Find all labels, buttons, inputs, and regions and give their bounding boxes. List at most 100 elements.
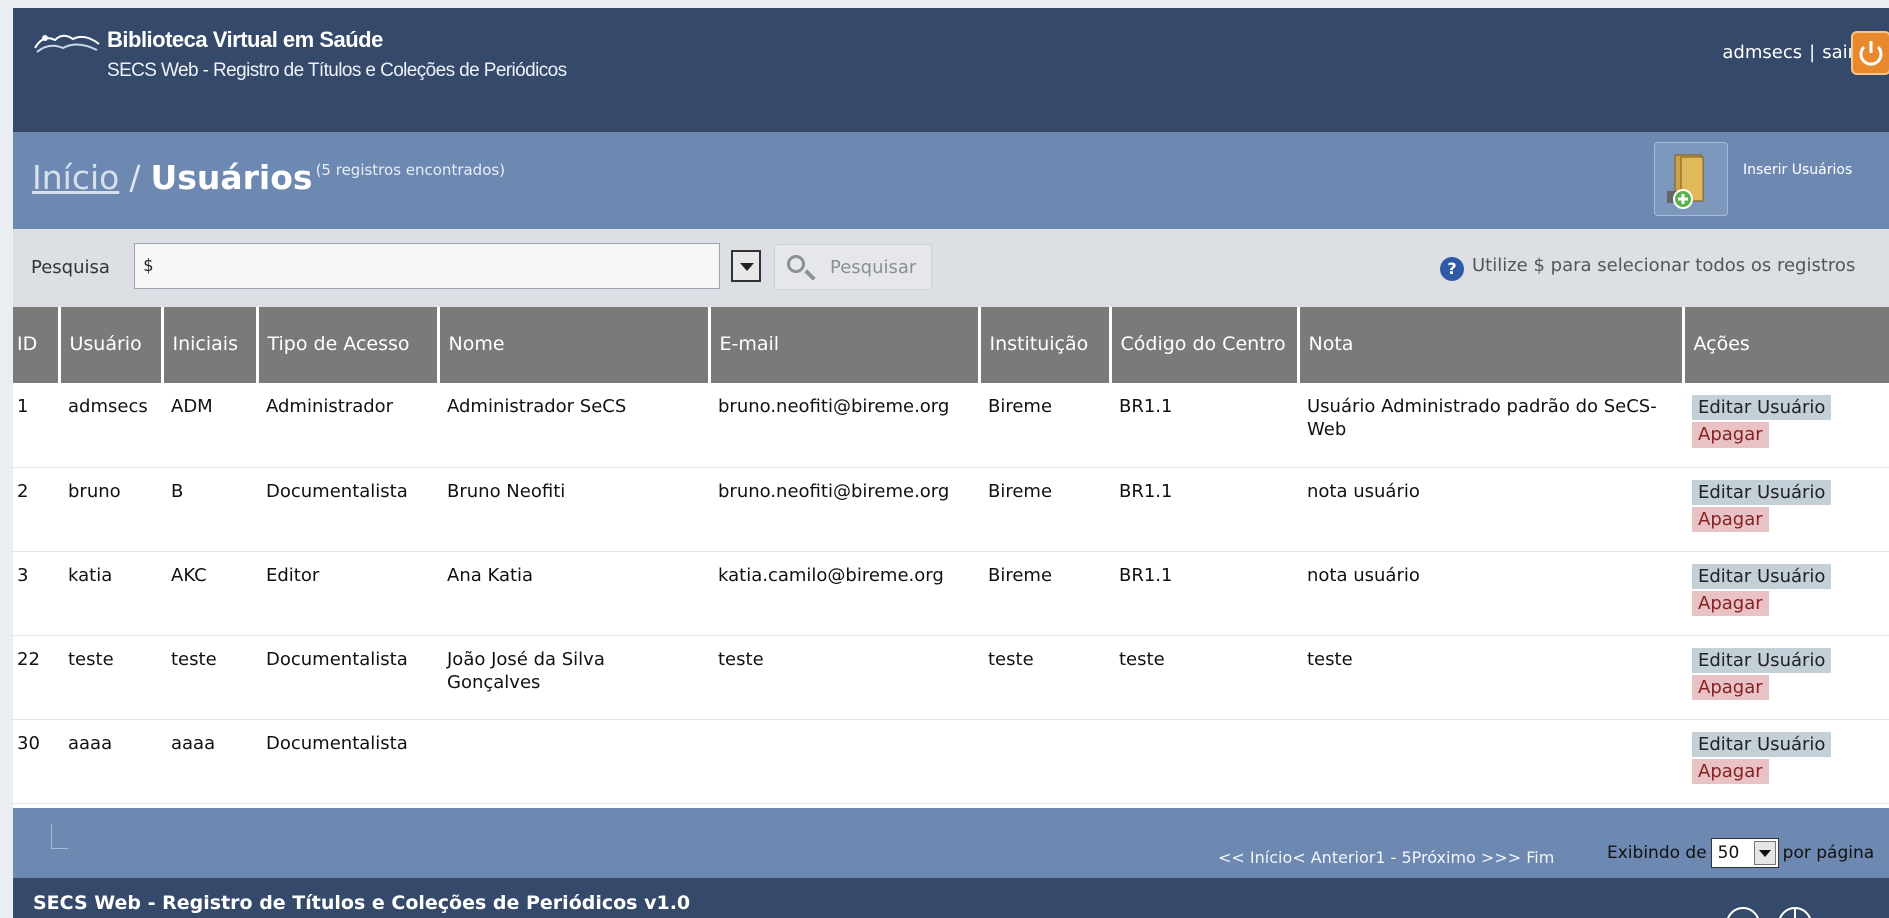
- delete-user-button[interactable]: Apagar: [1692, 506, 1769, 533]
- insert-user-button[interactable]: [1654, 142, 1728, 216]
- cell-access: Documentalista: [257, 467, 438, 552]
- search-dropdown-button[interactable]: [731, 250, 761, 282]
- cell-id: 2: [13, 467, 59, 552]
- edit-user-button[interactable]: Editar Usuário: [1692, 563, 1832, 589]
- search-input[interactable]: [134, 243, 720, 289]
- edit-user-button[interactable]: Editar Usuário: [1692, 395, 1832, 421]
- breadcrumb-home-link[interactable]: Início: [32, 158, 119, 197]
- cell-institution: teste: [979, 635, 1110, 720]
- delete-user-button[interactable]: Apagar: [1692, 758, 1769, 785]
- edit-user-button[interactable]: Editar Usuário: [1692, 647, 1832, 673]
- page-title: Usuários: [150, 158, 313, 197]
- edit-user-button[interactable]: Editar Usuário: [1692, 479, 1832, 505]
- cell-email: bruno.neofiti@bireme.org: [709, 383, 979, 468]
- pagination-nav: << Início< Anterior1 - 5Próximo >>> Fim: [1218, 848, 1554, 867]
- title-bar: Início / Usuários (5 registros encontrados)…: [13, 132, 1889, 229]
- prev-page-link[interactable]: < Anterior: [1292, 848, 1375, 867]
- pagination-bar: << Início< Anterior1 - 5Próximo >>> Fim …: [13, 808, 1889, 878]
- last-page-link[interactable]: >> Fim: [1494, 848, 1554, 867]
- site-title: Biblioteca Virtual em Saúde: [107, 27, 383, 52]
- page-size-control: Exibindo de 50 por página: [1607, 838, 1874, 868]
- table-row: 2 bruno B Documentalista Bruno Neofiti b…: [13, 467, 1889, 552]
- cell-initials: ADM: [162, 383, 257, 468]
- column-header[interactable]: Nome: [438, 307, 711, 383]
- app-frame: Biblioteca Virtual em Saúde SECS Web - R…: [13, 8, 1889, 918]
- delete-user-button[interactable]: Apagar: [1692, 674, 1769, 701]
- column-header[interactable]: Tipo de Acesso: [257, 307, 440, 383]
- cell-actions: Editar Usuário Apagar: [1683, 635, 1889, 720]
- cell-institution: Bireme: [979, 467, 1110, 552]
- cell-actions: Editar Usuário Apagar: [1683, 719, 1889, 804]
- column-header[interactable]: Usuário: [59, 307, 164, 383]
- cell-email: bruno.neofiti@bireme.org: [709, 467, 979, 552]
- cell-note: Usuário Administrado padrão do SeCS-Web: [1298, 383, 1683, 468]
- edit-user-button[interactable]: Editar Usuário: [1692, 731, 1832, 757]
- site-footer: SECS Web - Registro de Títulos e Coleçõe…: [13, 878, 1889, 918]
- cell-user: teste: [59, 635, 162, 720]
- search-hint-text: Utilize $ para selecionar todos os regis…: [1472, 255, 1856, 276]
- column-header[interactable]: Iniciais: [162, 307, 259, 383]
- cell-note: nota usuário: [1298, 551, 1683, 636]
- cell-id: 30: [13, 719, 59, 804]
- cell-user: bruno: [59, 467, 162, 552]
- column-header[interactable]: Instituição: [979, 307, 1112, 383]
- page-size-suffix: por página: [1782, 843, 1875, 863]
- delete-user-button[interactable]: Apagar: [1692, 422, 1769, 448]
- cell-center: BR1.1: [1110, 383, 1298, 468]
- cell-user: aaaa: [59, 719, 162, 804]
- cell-access: Documentalista: [257, 719, 438, 804]
- table-row: 3 katia AKC Editor Ana Katia katia.camil…: [13, 551, 1889, 636]
- column-header[interactable]: Nota: [1298, 307, 1685, 383]
- search-button[interactable]: Pesquisar: [774, 244, 932, 290]
- cell-initials: AKC: [162, 551, 257, 636]
- user-separator: |: [1809, 42, 1816, 63]
- page-range: 1 - 5: [1375, 848, 1412, 867]
- cell-user: admsecs: [59, 383, 162, 468]
- page-size-select[interactable]: 50: [1710, 838, 1779, 868]
- cell-name: João José da Silva Gonçalves: [438, 635, 709, 720]
- help-icon: ?: [1440, 257, 1464, 281]
- cell-actions: Editar Usuário Apagar: [1683, 551, 1889, 636]
- cell-note: nota usuário: [1298, 467, 1683, 552]
- search-label: Pesquisa: [31, 257, 110, 278]
- chevron-down-icon: [1753, 841, 1776, 865]
- cell-institution: [979, 719, 1110, 804]
- organization-emblem-icon: [1727, 907, 1811, 918]
- cell-center: teste: [1110, 635, 1298, 720]
- cell-id: 1: [13, 383, 59, 468]
- folder-add-icon: [1667, 154, 1704, 209]
- insert-user-label[interactable]: Inserir Usuários: [1743, 162, 1852, 178]
- site-subtitle: SECS Web - Registro de Títulos e Coleçõe…: [107, 60, 567, 81]
- search-hint: ? Utilize $ para selecionar todos os regi…: [1440, 255, 1855, 281]
- username: admsecs: [1722, 42, 1803, 63]
- column-header[interactable]: Código do Centro: [1110, 307, 1300, 383]
- first-page-link[interactable]: << Início: [1218, 848, 1292, 867]
- cell-name: Administrador SeCS: [438, 383, 709, 468]
- cell-initials: aaaa: [162, 719, 257, 804]
- breadcrumb-separator: /: [129, 158, 141, 197]
- cell-access: Administrador: [257, 383, 438, 468]
- cell-user: katia: [59, 551, 162, 636]
- corner-decoration: [51, 824, 68, 849]
- column-header[interactable]: E-mail: [709, 307, 981, 383]
- cell-institution: Bireme: [979, 551, 1110, 636]
- cell-initials: B: [162, 467, 257, 552]
- cell-name: Bruno Neofiti: [438, 467, 709, 552]
- footer-text: SECS Web - Registro de Títulos e Coleçõe…: [33, 892, 691, 914]
- cell-access: Documentalista: [257, 635, 438, 720]
- column-header: Ações: [1683, 307, 1889, 383]
- cell-email: katia.camilo@bireme.org: [709, 551, 979, 636]
- page-size-value: 50: [1717, 843, 1740, 863]
- record-count: (5 registros encontrados): [315, 161, 506, 179]
- next-page-link[interactable]: Próximo >: [1412, 848, 1495, 867]
- bvs-logo-icon: [34, 34, 100, 53]
- power-icon[interactable]: [1851, 31, 1889, 75]
- cell-note: [1298, 719, 1683, 804]
- breadcrumb: Início / Usuários (5 registros encontrados): [32, 158, 505, 197]
- cell-id: 22: [13, 635, 59, 720]
- cell-institution: Bireme: [979, 383, 1110, 468]
- delete-user-button[interactable]: Apagar: [1692, 590, 1769, 617]
- column-header[interactable]: ID: [13, 307, 61, 383]
- cell-access: Editor: [257, 551, 438, 636]
- search-icon: [787, 255, 805, 273]
